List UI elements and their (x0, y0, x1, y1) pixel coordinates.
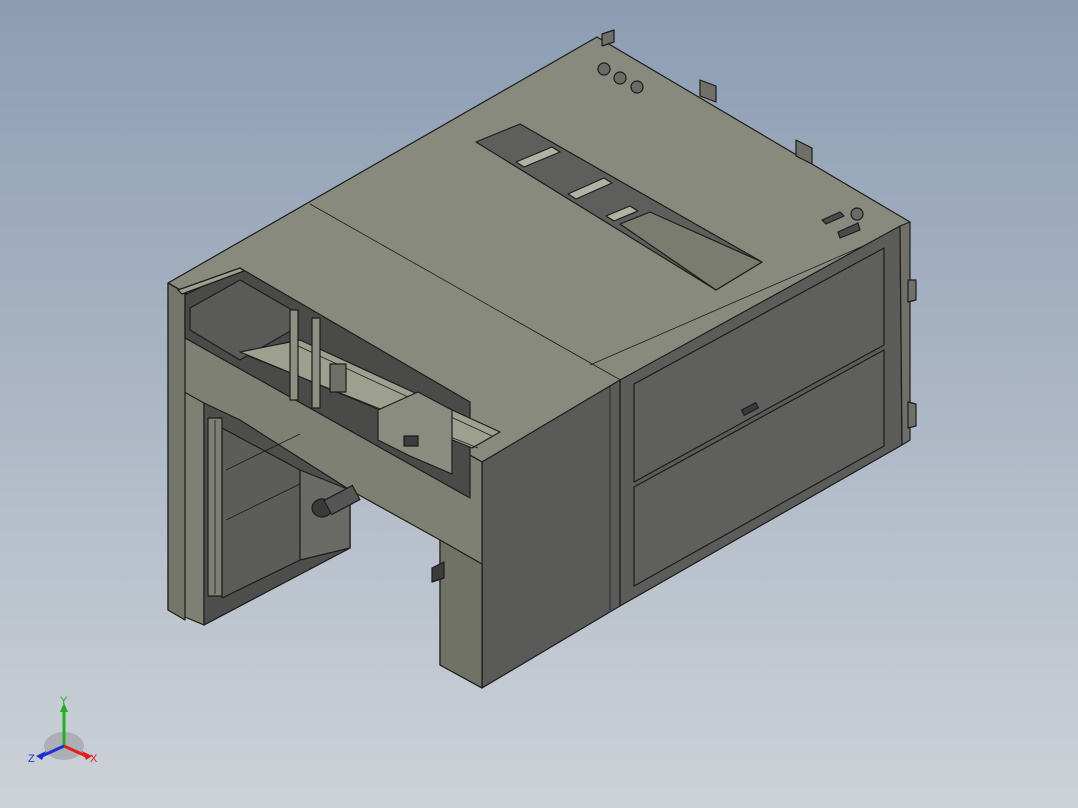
triad-x-label: X (90, 753, 98, 765)
left-frame-outer-post (167, 282, 186, 621)
motor-bracket (329, 363, 347, 393)
mounting-tab-5 (907, 401, 917, 429)
orientation-triad[interactable]: Y X Z (24, 694, 108, 770)
triad-y-label: Y (60, 695, 68, 707)
vertical-post-1 (289, 309, 299, 401)
vertical-post-2 (311, 317, 321, 409)
machine-enclosure-model[interactable] (0, 0, 1078, 808)
mounting-tab-4 (907, 279, 917, 303)
indicator-hole (850, 207, 864, 221)
cable-hole-3 (630, 80, 644, 94)
triad-z-label: Z (28, 753, 35, 765)
mounting-tab-1 (601, 29, 615, 47)
cad-viewport[interactable]: Y X Z (0, 0, 1078, 808)
carriage-block (403, 435, 419, 447)
cable-hole-2 (613, 71, 627, 85)
frame-bottom-rail (439, 539, 483, 689)
cable-hole-1 (597, 62, 611, 76)
floor-bracket (431, 561, 445, 583)
